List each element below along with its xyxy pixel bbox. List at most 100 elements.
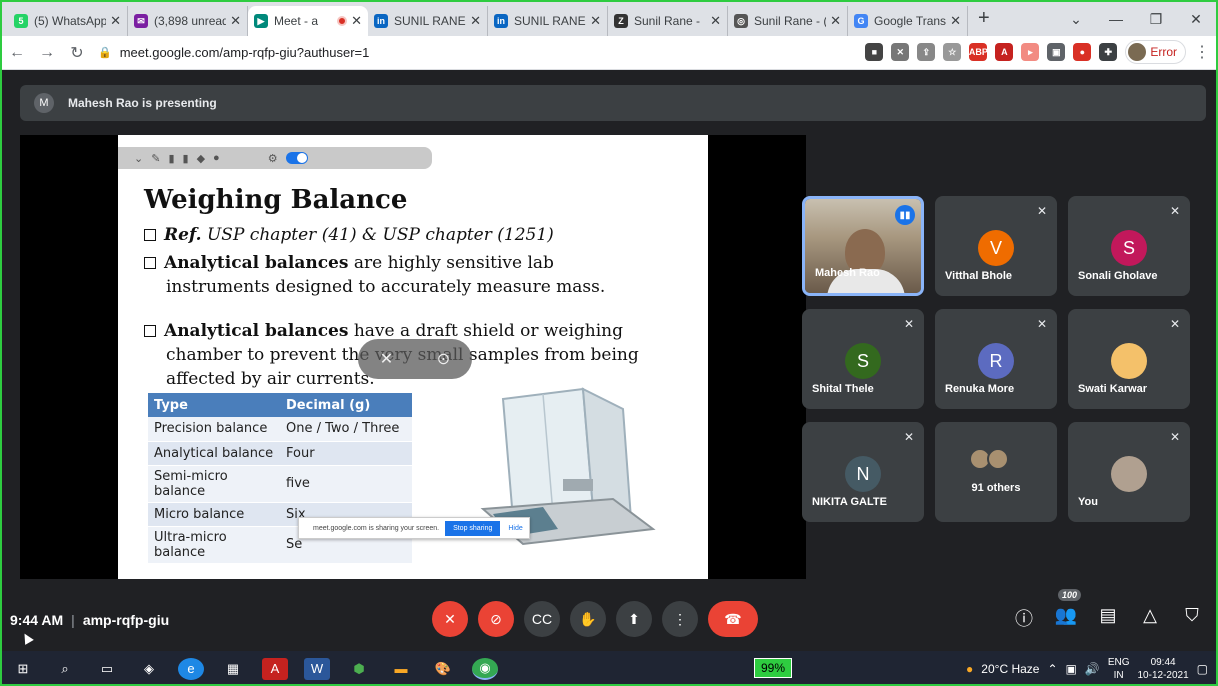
share-icon[interactable]: ⇪ [917, 43, 936, 61]
presentation-overlay-controls: ✕ ⊙ [358, 339, 472, 379]
participant-tile-sonali-gholave[interactable]: ✕ S Sonali Gholave [1068, 196, 1190, 296]
profile-error-button[interactable]: Error [1125, 40, 1186, 64]
participant-tile-nikita-galte[interactable]: ✕ N NIKITA GALTE [802, 422, 924, 522]
tab-zoominfo[interactable]: Z Sunil Rane - ✕ [608, 6, 728, 36]
acrobat-icon[interactable]: A [262, 657, 288, 680]
participant-tile-vitthal-bhole[interactable]: ✕ V Vitthal Bhole [935, 196, 1057, 296]
participant-tile-you[interactable]: ✕ You [1068, 422, 1190, 522]
app-icon[interactable]: ◈ [136, 658, 162, 680]
hide-button[interactable]: Hide [508, 525, 522, 532]
tab-mail[interactable]: ✉ (3,898 unread ✕ [128, 6, 248, 36]
chat-icon[interactable]: ▤ [1096, 605, 1120, 631]
cast-icon[interactable]: ▸ [1021, 43, 1040, 61]
pen-icon[interactable]: ✎ [151, 152, 160, 165]
lock-icon[interactable]: 🔒 [98, 46, 112, 59]
close-window-icon[interactable]: ✕ [1176, 11, 1216, 28]
minimize-icon[interactable]: — [1096, 11, 1136, 27]
chevron-down-icon[interactable]: ⌄ [134, 152, 143, 165]
language-indicator[interactable]: ENG IN [1108, 656, 1130, 682]
color-icon[interactable]: ● [213, 152, 220, 164]
people-icon[interactable]: 👥 100 [1054, 589, 1082, 631]
host-controls-icon[interactable]: ⛉ [1180, 605, 1204, 631]
search-icon[interactable]: ⌕ [52, 658, 78, 680]
weather-icon[interactable]: ● [966, 662, 973, 676]
fullscreen-icon[interactable]: ⊙ [437, 349, 450, 369]
participant-tile-shital-thele[interactable]: ✕ S Shital Thele [802, 309, 924, 409]
close-icon[interactable]: ✕ [590, 13, 601, 29]
stop-sharing-button[interactable]: Stop sharing [445, 520, 501, 536]
marker-icon[interactable]: ▮ [168, 152, 174, 165]
url-field[interactable]: 🔒 meet.google.com/amp-rqfp-giu?authuser=… [98, 40, 838, 66]
close-icon[interactable]: ✕ [110, 13, 121, 29]
calculator-icon[interactable]: ▦ [220, 658, 246, 680]
edge-icon[interactable]: e [178, 657, 204, 680]
shared-screen[interactable]: ⌄ ✎ ▮ ▮ ◆ ● ⚙ Weighing Balance Ref. USP … [20, 135, 806, 645]
tab-linkedin-2[interactable]: in SUNIL RANE ✕ [488, 6, 608, 36]
network-icon[interactable]: ▣ [1066, 662, 1077, 676]
volume-icon[interactable]: 🔊 [1085, 662, 1100, 676]
tab-whatsapp[interactable]: 5 (5) WhatsApp ✕ [8, 6, 128, 36]
close-icon[interactable]: ✕ [351, 13, 362, 29]
pdf-icon[interactable]: A [995, 43, 1014, 61]
close-icon[interactable]: ✕ [950, 13, 961, 29]
extension-icon[interactable]: ▣ [1047, 43, 1066, 61]
annotation-toolbar[interactable]: ⌄ ✎ ▮ ▮ ◆ ● ⚙ [118, 147, 432, 169]
participant-tile-mahesh-rao[interactable]: ▮▮ Mahesh Rao [802, 196, 924, 296]
raise-hand-button[interactable]: ✋ [570, 601, 606, 637]
star-icon[interactable]: ☆ [943, 43, 962, 61]
puzzle-icon[interactable]: ✚ [1099, 43, 1118, 61]
chrome-icon[interactable]: ◉ [472, 657, 498, 680]
mic-blocked-icon[interactable]: ✕ [891, 43, 910, 61]
apple-icon[interactable]: ● [1073, 43, 1092, 61]
mic-off-button[interactable]: ✕ [432, 601, 468, 637]
camera-off-button[interactable]: ⊘ [478, 601, 514, 637]
activities-icon[interactable]: △ [1138, 605, 1162, 631]
task-view-icon[interactable]: ▭ [94, 658, 120, 680]
menu-icon[interactable]: ⋮ [1194, 42, 1210, 62]
windows-start-icon[interactable]: ⊞ [10, 658, 36, 680]
info-icon[interactable]: ⓘ [1012, 605, 1036, 631]
close-icon[interactable]: ✕ [230, 13, 241, 29]
participant-tile-swati-karwar[interactable]: ✕ Swati Karwar [1068, 309, 1190, 409]
camera-icon[interactable]: ■ [865, 43, 884, 61]
more-options-button[interactable]: ⋮ [662, 601, 698, 637]
chevron-up-icon[interactable]: ⌃ [1047, 662, 1057, 676]
security-icon[interactable]: ⬢ [346, 658, 372, 680]
participant-tile-others[interactable]: 91 others [935, 422, 1057, 522]
tab-linkedin-1[interactable]: in SUNIL RANE ✕ [368, 6, 488, 36]
notifications-icon[interactable]: ▢ [1197, 662, 1208, 676]
word-icon[interactable]: W [304, 657, 330, 680]
participant-tile-renuka-more[interactable]: ✕ R Renuka More [935, 309, 1057, 409]
back-icon[interactable]: ← [2, 44, 32, 62]
new-tab-button[interactable]: + [968, 7, 1000, 36]
close-icon[interactable]: ✕ [710, 13, 721, 29]
tab-label: SUNIL RANE [514, 14, 586, 28]
system-tray: ● 20°C Haze ⌃ ▣ 🔊 ENG IN 09:44 10-12-2021 … [966, 651, 1208, 684]
tab-meet[interactable]: ▶ Meet - a ✕ [248, 6, 368, 36]
paint-icon[interactable]: 🎨 [430, 658, 456, 680]
close-icon[interactable]: ✕ [830, 13, 841, 29]
settings-icon[interactable]: ⚙ [268, 152, 278, 165]
reload-icon[interactable]: ↻ [62, 43, 92, 63]
tab-globe[interactable]: ◎ Sunil Rane - ( ✕ [728, 6, 848, 36]
avatar [987, 448, 1009, 470]
weather-text[interactable]: 20°C Haze [981, 662, 1039, 676]
ref-text: USP chapter (41) & USP chapter (1251) [206, 225, 554, 245]
highlighter-icon[interactable]: ▮ [183, 152, 189, 165]
screen-share-notification: meet.google.com is sharing your screen. … [298, 517, 530, 539]
captions-button[interactable]: CC [524, 601, 560, 637]
leave-call-button[interactable]: ☎ [708, 601, 758, 637]
battery-indicator[interactable]: 99% [754, 658, 793, 678]
annotation-toggle[interactable] [285, 152, 308, 164]
present-button[interactable]: ⬆ [616, 601, 652, 637]
file-explorer-icon[interactable]: ▬ [388, 658, 414, 680]
adblock-icon[interactable]: ABP [969, 43, 988, 61]
close-icon[interactable]: ✕ [470, 13, 481, 29]
restore-icon[interactable]: ❐ [1136, 11, 1176, 28]
chevron-down-icon[interactable]: ⌄ [1056, 11, 1096, 28]
eraser-icon[interactable]: ◆ [197, 152, 205, 165]
tab-translate[interactable]: G Google Trans ✕ [848, 6, 968, 36]
clock[interactable]: 09:44 10-12-2021 [1138, 656, 1189, 682]
forward-icon[interactable]: → [32, 44, 62, 62]
pin-off-icon[interactable]: ✕ [380, 349, 393, 369]
